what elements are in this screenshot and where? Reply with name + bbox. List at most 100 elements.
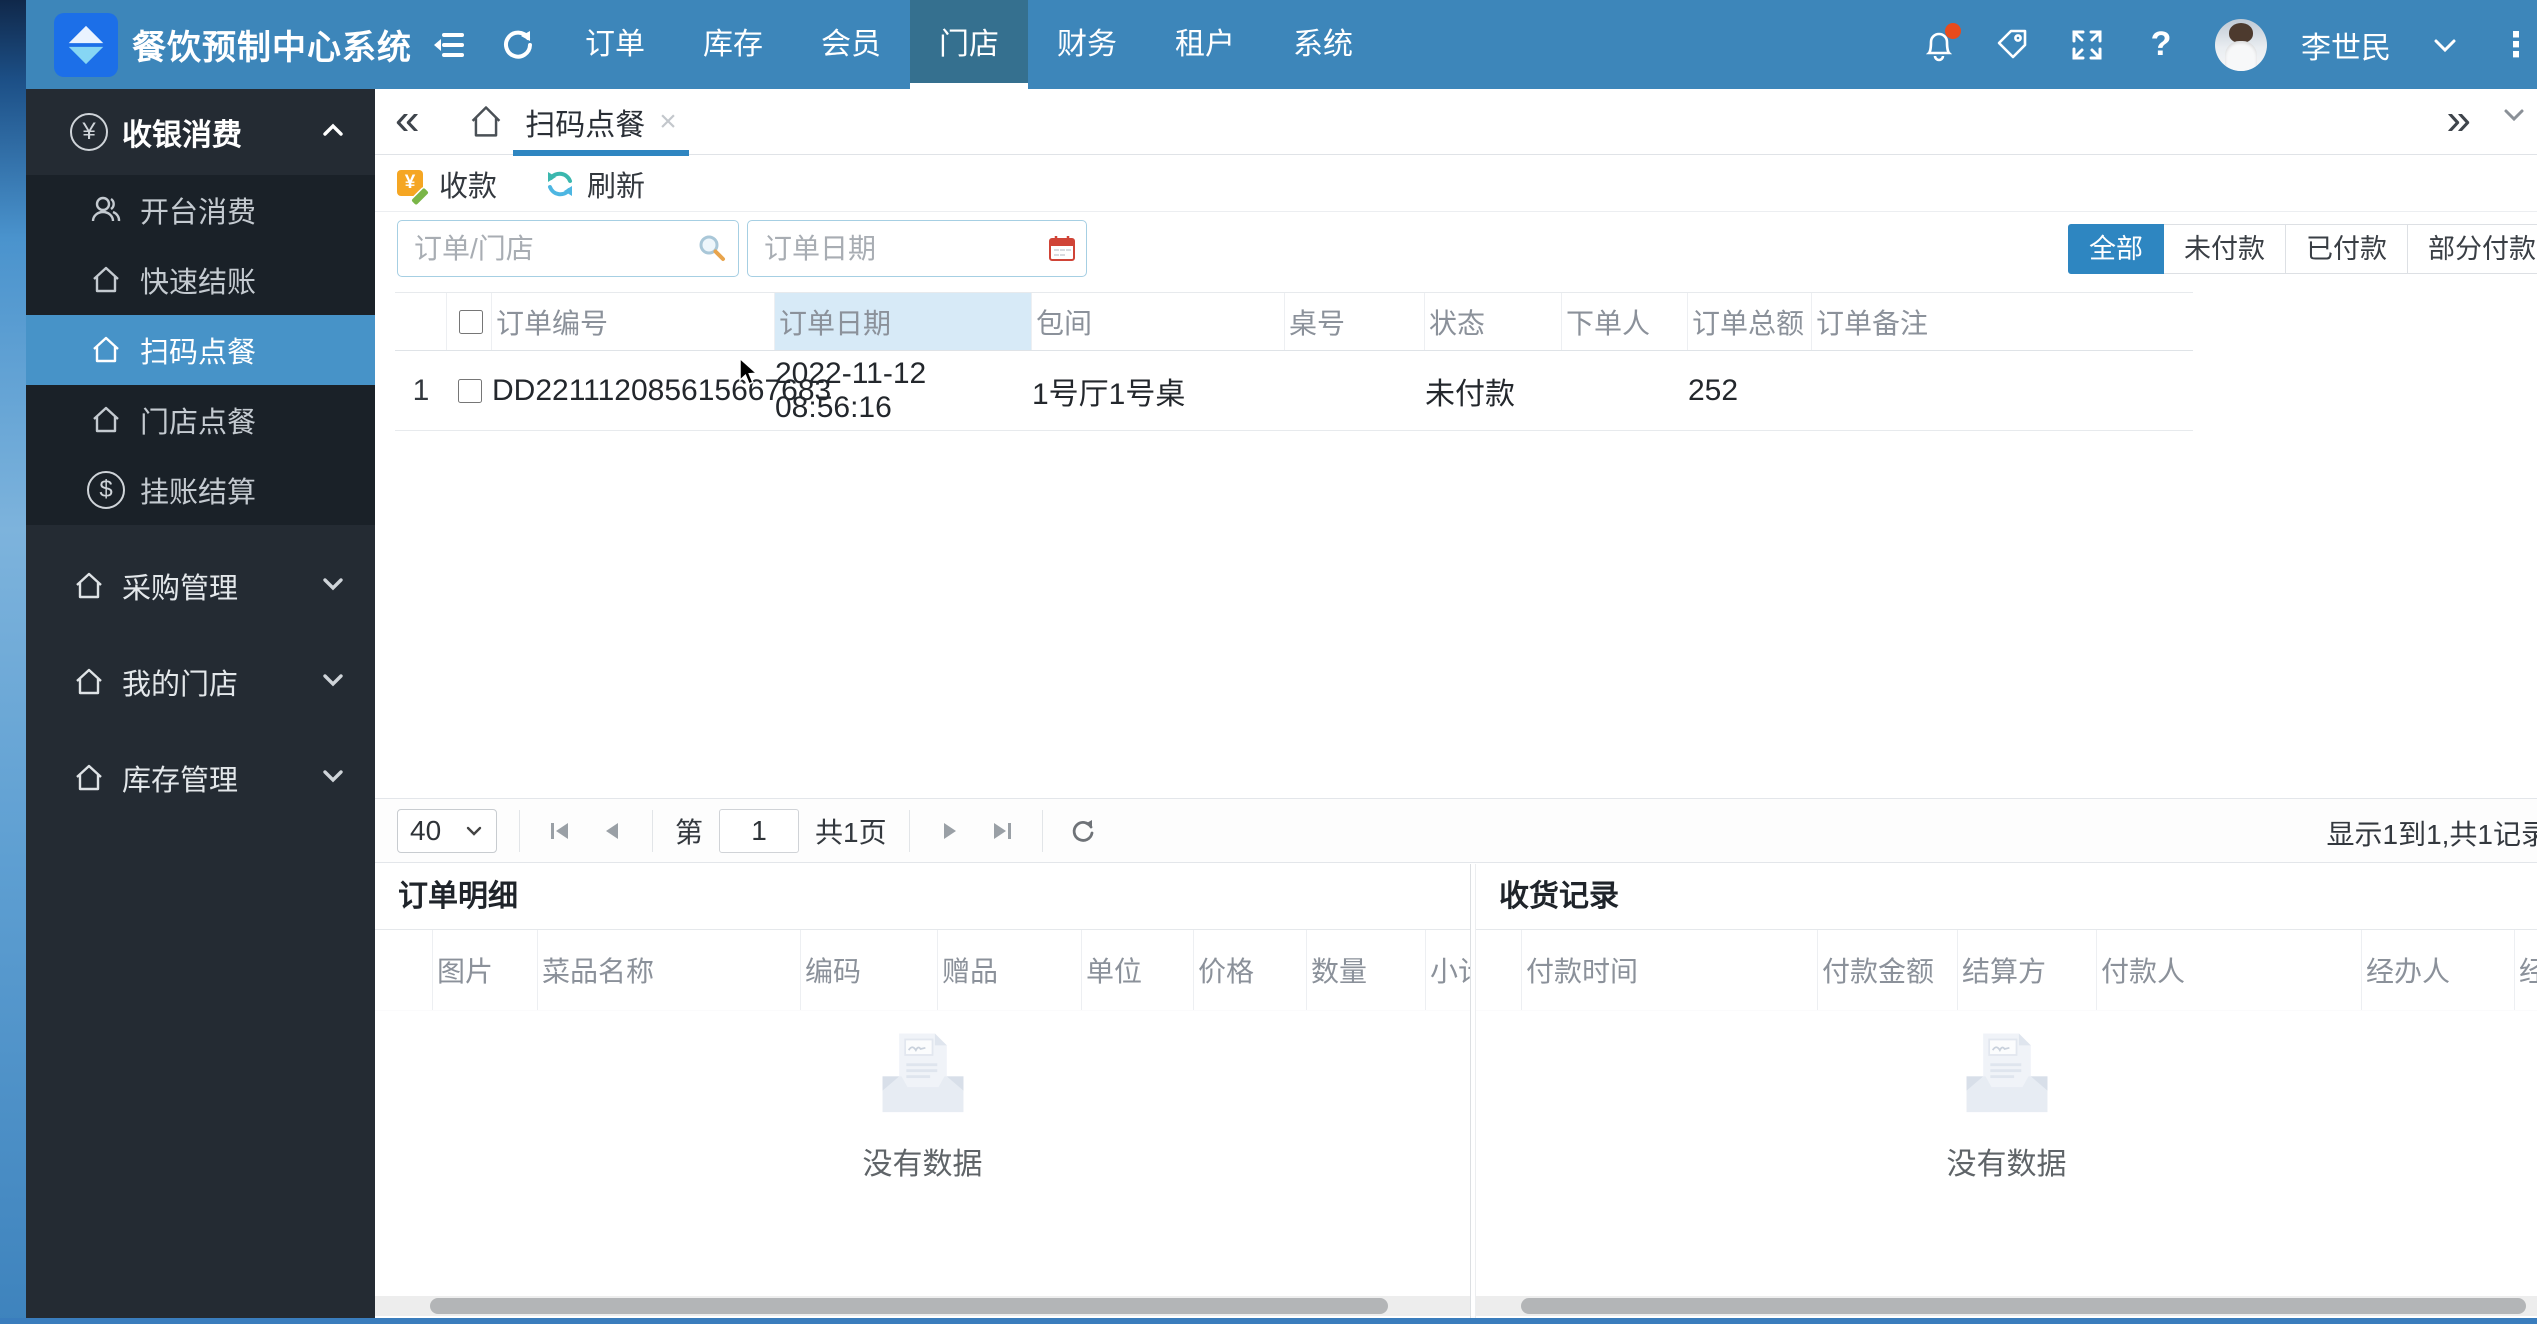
scrollbar-thumb[interactable] [430, 1298, 1388, 1314]
col-status[interactable]: 状态 [1425, 293, 1562, 350]
row-checkbox[interactable] [457, 378, 482, 403]
reload-table-icon[interactable] [1065, 813, 1101, 849]
home-icon [86, 333, 126, 367]
nav-item-tenants[interactable]: 租户 [1146, 0, 1264, 89]
col-order-date[interactable]: 订单日期 [775, 293, 1032, 350]
sidebar: ¥ 收银消费 开台消费 快速结账 扫码点餐 门店点餐 $ 挂账结算 采购管理 我… [26, 89, 375, 1318]
col-remark[interactable]: 订单备注 [1812, 293, 2193, 350]
col-total[interactable]: 订单总额 [1688, 293, 1812, 350]
cell-order-date: 2022-11-12 08:56:16 [775, 356, 927, 424]
order-detail-empty-state: 没有数据 [375, 1024, 1470, 1183]
order-detail-header: 图片 菜品名称 编码 赠品 单位 价格 数量 小计 [375, 930, 1470, 1011]
app-window: 餐饮预制中心系统 订单 库存 会员 门店 财务 租户 系统 ? 李世民 ⋮ ¥ … [0, 0, 2537, 1324]
header-select-all [447, 293, 492, 350]
tag-icon[interactable] [1993, 25, 2033, 65]
col-handler-cut: 经 [2519, 956, 2537, 987]
desktop-background-bottom [0, 1318, 2537, 1324]
nav-item-inventory[interactable]: 库存 [674, 0, 792, 89]
sidebar-group-cashier[interactable]: ¥ 收银消费 [26, 89, 375, 175]
menu-collapse-icon[interactable] [426, 23, 470, 67]
user-name[interactable]: 李世民 [2301, 23, 2391, 67]
caret-down-icon [319, 666, 347, 699]
order-detail-hscrollbar [375, 1296, 1470, 1316]
filter-row: 全部 未付款 已付款 部分付款 挂账 [375, 213, 2537, 285]
receive-payment-button[interactable]: ¥ 收款 [397, 163, 497, 205]
home-tab-icon[interactable] [467, 103, 505, 146]
status-filter-partial[interactable]: 部分付款 [2408, 224, 2537, 274]
receipt-record-title: 收货记录 [1476, 864, 2537, 930]
prev-page-button[interactable] [594, 813, 630, 849]
page-prefix-label: 第 [675, 816, 704, 848]
nav-item-orders[interactable]: 订单 [556, 0, 674, 89]
reload-icon[interactable] [496, 23, 540, 67]
order-row[interactable]: 1 DD221112085615667683 2022-11-12 08:56:… [395, 351, 2193, 431]
col-orderer[interactable]: 下单人 [1562, 293, 1688, 350]
next-page-button[interactable] [932, 813, 968, 849]
empty-inbox-icon [865, 1024, 981, 1129]
bell-icon[interactable] [1919, 22, 1961, 65]
cell-room: 1号厅1号桌 [1032, 377, 1186, 411]
nav-item-system[interactable]: 系统 [1264, 0, 1382, 89]
order-date-input[interactable] [747, 220, 1087, 277]
collapse-tabs-icon[interactable]: « [395, 95, 419, 145]
col-handler: 经办人 [2362, 930, 2515, 1010]
sidebar-item-open-table[interactable]: 开台消费 [26, 175, 375, 245]
close-icon[interactable]: × [659, 105, 677, 139]
receipt-hscrollbar [1476, 1296, 2537, 1316]
receipt-record-header: 付款时间 付款金额 结算方 付款人 经办人 经 [1476, 930, 2537, 1011]
status-filter-paid[interactable]: 已付款 [2286, 224, 2408, 274]
sidebar-item-credit-settle[interactable]: $ 挂账结算 [26, 455, 375, 525]
first-page-button[interactable] [542, 813, 578, 849]
dollar-circle-icon: $ [86, 471, 126, 509]
expand-tabs-icon[interactable]: » [2447, 95, 2471, 145]
user-avatar[interactable] [2215, 18, 2267, 71]
col-table-no[interactable]: 桌号 [1285, 293, 1425, 350]
action-toolbar: ¥ 收款 刷新 [375, 156, 2537, 212]
calendar-icon[interactable] [1047, 233, 1077, 268]
nav-right: ? 李世民 ⋮ [1919, 18, 2537, 71]
tab-list-dropdown-icon[interactable] [2499, 97, 2529, 140]
detail-panels: 订单明细 图片 菜品名称 编码 赠品 单位 价格 数量 小计 没有数据 [375, 864, 2537, 1318]
sidebar-group-inventory[interactable]: 库存管理 [26, 743, 375, 813]
cell-order-no: DD221112085615667683 [492, 373, 832, 407]
fullscreen-icon[interactable] [2067, 25, 2107, 65]
pagination-bar: 40 第 共1页 显示1到1,共 [375, 798, 2537, 863]
app-logo-icon [54, 12, 118, 77]
last-page-button[interactable] [984, 813, 1020, 849]
scrollbar-thumb[interactable] [1521, 1298, 2526, 1314]
nav-item-members[interactable]: 会员 [792, 0, 910, 89]
sidebar-item-quick-checkout[interactable]: 快速结账 [26, 245, 375, 315]
refresh-icon [545, 169, 575, 199]
status-filter-all[interactable]: 全部 [2068, 224, 2164, 274]
status-filter-unpaid[interactable]: 未付款 [2164, 224, 2286, 274]
col-order-no[interactable]: 订单编号 [492, 293, 775, 350]
yen-circle-icon: ¥ [68, 113, 110, 151]
empty-text: 没有数据 [862, 1148, 983, 1181]
sidebar-item-scan-order[interactable]: 扫码点餐 [26, 315, 375, 385]
col-price: 价格 [1194, 930, 1307, 1010]
select-all-checkbox[interactable] [459, 309, 483, 334]
caret-up-icon [319, 116, 347, 149]
sidebar-group-my-stores[interactable]: 我的门店 [26, 647, 375, 717]
tab-scan-order[interactable]: 扫码点餐 × [513, 89, 689, 156]
col-room[interactable]: 包间 [1032, 293, 1285, 350]
more-icon[interactable]: ⋮ [2499, 25, 2533, 65]
search-input[interactable] [397, 220, 739, 277]
receipt-record-panel: 收货记录 付款时间 付款金额 结算方 付款人 经办人 经 没有数据 [1476, 864, 2537, 1318]
col-gift: 赠品 [938, 930, 1082, 1010]
help-icon[interactable]: ? [2141, 25, 2181, 65]
cell-total: 252 [1688, 373, 1739, 407]
search-icon[interactable] [697, 233, 727, 268]
col-unit: 单位 [1082, 930, 1194, 1010]
nav-item-finance[interactable]: 财务 [1028, 0, 1146, 89]
nav-item-stores[interactable]: 门店 [910, 0, 1028, 89]
refresh-button[interactable]: 刷新 [545, 163, 645, 205]
page-size-select[interactable]: 40 [397, 808, 497, 853]
status-filter-group: 全部 未付款 已付款 部分付款 挂账 [2068, 224, 2537, 274]
sidebar-item-store-order[interactable]: 门店点餐 [26, 385, 375, 455]
current-page-input[interactable] [719, 808, 800, 853]
chevron-down-icon[interactable] [2425, 25, 2465, 65]
sidebar-group-purchasing[interactable]: 采购管理 [26, 551, 375, 621]
caret-down-icon [319, 570, 347, 603]
total-pages-label: 共1页 [815, 816, 887, 848]
